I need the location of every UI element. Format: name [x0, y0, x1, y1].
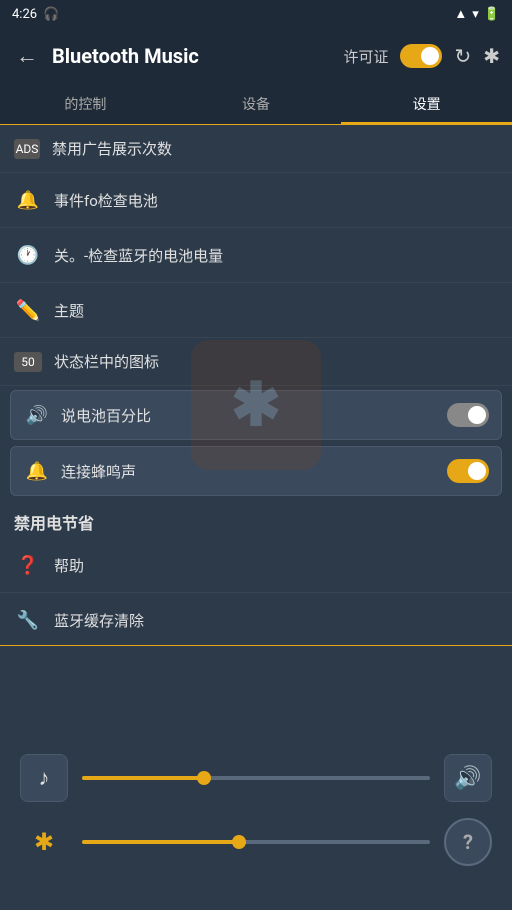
- refresh-icon[interactable]: ↻: [454, 44, 471, 68]
- help-circle-icon: ?: [463, 830, 473, 854]
- bluetooth-row: ✱ ?: [20, 818, 492, 866]
- statusbar-icon: 50: [14, 352, 42, 372]
- tab-devices[interactable]: 设备: [171, 84, 342, 124]
- tab-controls[interactable]: 的控制: [0, 84, 171, 124]
- connect-beep-toggle[interactable]: [447, 459, 489, 483]
- status-time: 4:26: [12, 7, 37, 22]
- status-bar: 4:26 🎧 ▲ ▾ 🔋: [0, 0, 512, 28]
- wrench-icon: 🔧: [14, 606, 42, 634]
- clock-icon: 🕐: [14, 241, 42, 269]
- menu-item-cache-clear[interactable]: 🔧 蓝牙缓存清除: [0, 593, 512, 645]
- menu-item-help[interactable]: ❓ 帮助: [0, 538, 512, 593]
- bt-slider[interactable]: [82, 840, 430, 844]
- signal-icon: ▲: [454, 6, 467, 22]
- section-divider: [0, 645, 512, 646]
- battery-icon: 🔋: [484, 7, 500, 22]
- headphones-icon: 🎧: [43, 7, 59, 22]
- tab-settings[interactable]: 设置: [341, 84, 512, 124]
- settings-content: ADS 禁用广告展示次数 🔔 事件fo检查电池 🕐 关。-检查蓝牙的电池电量 ✏…: [0, 125, 512, 645]
- theme-label: 主题: [54, 300, 498, 321]
- bt-thumb[interactable]: [232, 835, 246, 849]
- status-right: ▲ ▾ 🔋: [454, 6, 500, 22]
- menu-item-battery-info[interactable]: 🕐 关。-检查蓝牙的电池电量: [0, 228, 512, 283]
- help-button[interactable]: ?: [444, 818, 492, 866]
- volume-slider[interactable]: [82, 776, 430, 780]
- bluetooth-header-icon[interactable]: ✱: [483, 44, 500, 68]
- volume-icon: 🔊: [454, 766, 481, 791]
- wifi-icon: ▾: [472, 7, 479, 22]
- speak-battery-knob: [468, 406, 486, 424]
- bell2-icon: 🔔: [23, 457, 51, 485]
- power-save-section: 禁用电节省: [0, 500, 512, 538]
- battery-info-label: 关。-检查蓝牙的电池电量: [54, 245, 498, 266]
- volume-fill: [82, 776, 204, 780]
- music-note-icon: ♪: [39, 765, 50, 791]
- speaker-icon: 🔊: [23, 401, 51, 429]
- bluetooth-player-icon: ✱: [20, 828, 68, 856]
- volume-button[interactable]: 🔊: [444, 754, 492, 802]
- bt-fill: [82, 840, 239, 844]
- cache-clear-label: 蓝牙缓存清除: [54, 610, 498, 631]
- status-left: 4:26 🎧: [12, 7, 59, 22]
- music-note-button[interactable]: ♪: [20, 754, 68, 802]
- menu-item-theme[interactable]: ✏️ 主题: [0, 283, 512, 338]
- tab-bar: 的控制 设备 设置: [0, 84, 512, 125]
- bell-icon: 🔔: [14, 186, 42, 214]
- toggle-connect-beep[interactable]: 🔔 连接蜂鸣声: [10, 446, 502, 496]
- permission-label: 许可证: [343, 46, 388, 67]
- volume-thumb[interactable]: [197, 771, 211, 785]
- header-actions: 许可证 ↻ ✱: [343, 44, 500, 68]
- toggle-knob: [421, 47, 439, 65]
- connect-beep-label: 连接蜂鸣声: [61, 461, 437, 482]
- bottom-player: ♪ 🔊 ✱ ?: [0, 710, 512, 910]
- menu-item-statusbar-icon[interactable]: 50 状态栏中的图标: [0, 338, 512, 386]
- volume-row: ♪ 🔊: [20, 754, 492, 802]
- connect-beep-knob: [468, 462, 486, 480]
- help-icon: ❓: [14, 551, 42, 579]
- back-button[interactable]: ←: [12, 39, 42, 73]
- help-label: 帮助: [54, 555, 498, 576]
- speak-battery-label: 说电池百分比: [61, 405, 437, 426]
- permission-toggle[interactable]: [400, 44, 442, 68]
- ads-icon: ADS: [14, 139, 40, 159]
- toggle-speak-battery[interactable]: 🔊 说电池百分比: [10, 390, 502, 440]
- battery-check-label: 事件fo检查电池: [54, 190, 498, 211]
- menu-item-ads[interactable]: ADS 禁用广告展示次数: [0, 125, 512, 173]
- page-title: Bluetooth Music: [52, 44, 333, 68]
- theme-icon: ✏️: [14, 296, 42, 324]
- app-header: ← Bluetooth Music 许可证 ↻ ✱: [0, 28, 512, 84]
- statusbar-icon-label: 状态栏中的图标: [54, 351, 498, 372]
- menu-item-battery-check[interactable]: 🔔 事件fo检查电池: [0, 173, 512, 228]
- speak-battery-toggle[interactable]: [447, 403, 489, 427]
- ads-label: 禁用广告展示次数: [52, 138, 498, 159]
